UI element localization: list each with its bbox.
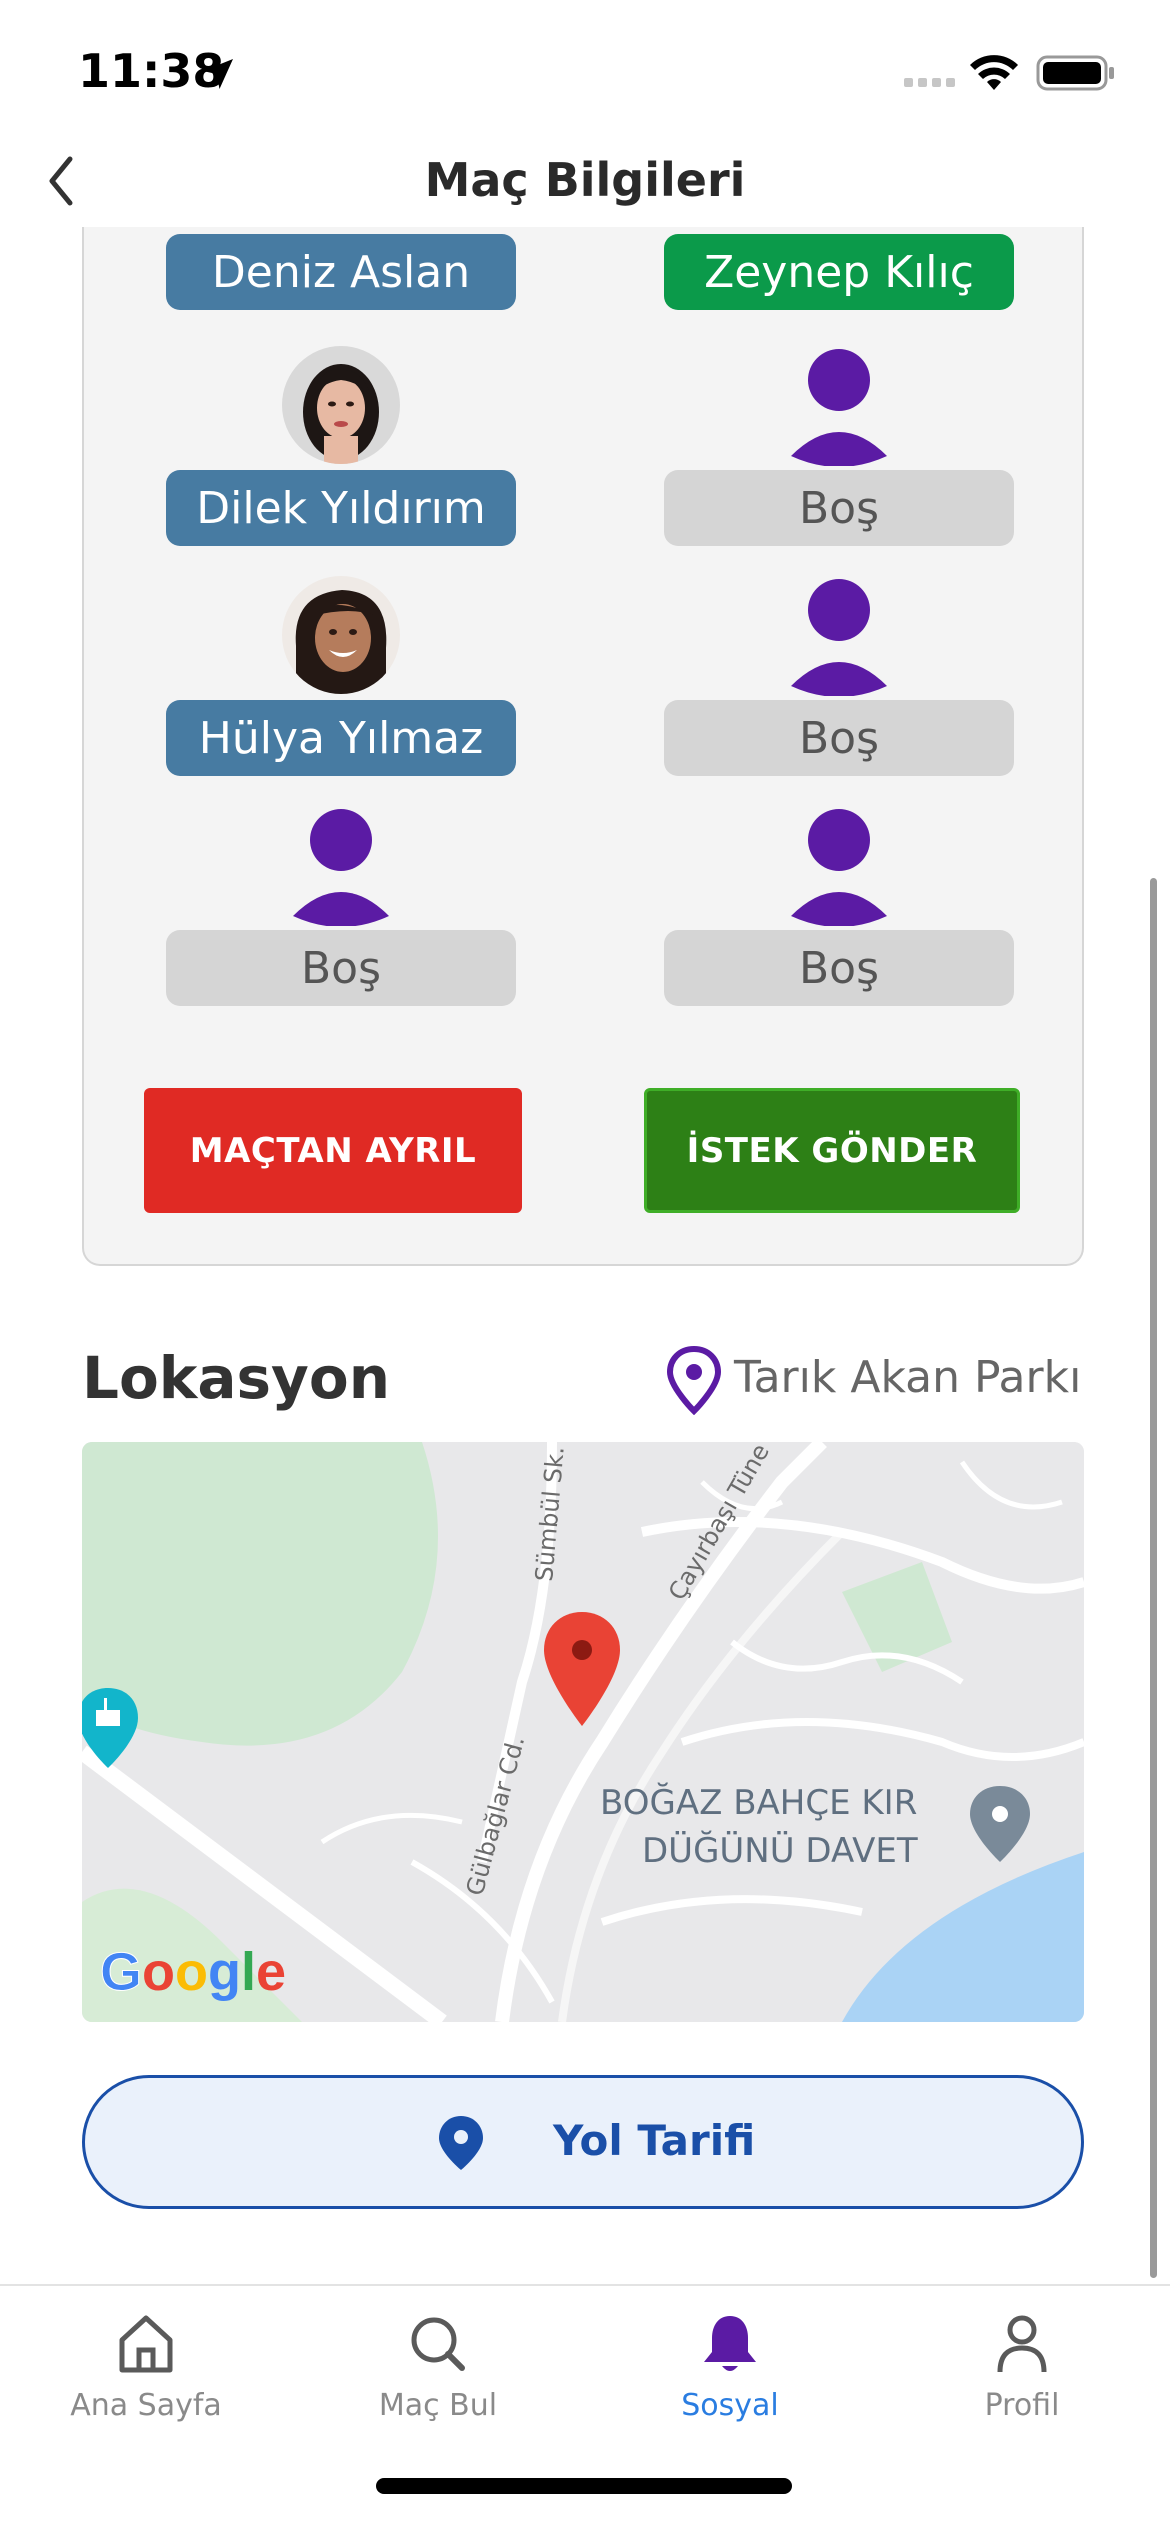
- tab-label: Maç Bul: [378, 2388, 498, 2423]
- player-slot[interactable]: Boş: [664, 576, 1014, 776]
- wifi-icon: [970, 55, 1018, 90]
- tab-profile[interactable]: Profil: [876, 2286, 1168, 2446]
- tab-label: Ana Sayfa: [70, 2388, 222, 2423]
- search-icon: [411, 2317, 465, 2371]
- bell-icon: [704, 2316, 756, 2371]
- signal-icon: [904, 78, 955, 87]
- person-placeholder-icon: [791, 349, 887, 466]
- status-bar: 11:38: [0, 0, 1170, 145]
- player-slot[interactable]: Dilek Yıldırım: [166, 346, 516, 546]
- google-logo: Google: [100, 1942, 286, 2002]
- map-poi-line-2: DÜĞÜNÜ DAVET: [642, 1830, 918, 1871]
- player-name: Dilek Yıldırım: [166, 470, 516, 546]
- nav-header: Maç Bilgileri: [0, 145, 1170, 227]
- avatar: [282, 346, 400, 464]
- person-placeholder-icon: [791, 579, 887, 696]
- player-name: Boş: [664, 700, 1014, 776]
- location-title: Lokasyon: [82, 1344, 390, 1412]
- player-name: Boş: [664, 470, 1014, 546]
- home-indicator: [376, 2478, 792, 2494]
- location-pin-icon: [439, 2116, 483, 2170]
- directions-label: Yol Tarifi: [553, 2116, 756, 2165]
- page-title: Maç Bilgileri: [424, 153, 746, 207]
- person-placeholder-icon: [791, 809, 887, 926]
- tab-label: Profil: [984, 2388, 1060, 2423]
- player-name: Boş: [166, 930, 516, 1006]
- player-name: Boş: [664, 930, 1014, 1006]
- scrollbar[interactable]: [1150, 878, 1157, 2278]
- player-slot[interactable]: Boş: [664, 806, 1014, 1006]
- avatar: [282, 576, 400, 694]
- player-slot[interactable]: Boş: [166, 806, 516, 1006]
- tab-find-match[interactable]: Maç Bul: [292, 2286, 584, 2446]
- map-poi-line-1: BOĞAZ BAHÇE KIR: [600, 1782, 917, 1823]
- tab-label: Sosyal: [681, 2388, 779, 2423]
- player-slot[interactable]: Boş: [664, 346, 1014, 546]
- home-icon: [119, 2315, 173, 2373]
- player-name: Zeynep Kılıç: [664, 234, 1014, 310]
- location-arrow-icon: [203, 59, 233, 89]
- player-name: Hülya Yılmaz: [166, 700, 516, 776]
- send-request-button[interactable]: İSTEK GÖNDER: [644, 1088, 1020, 1213]
- location-pin-icon: [666, 1345, 722, 1415]
- map-canvas: Sümbül Sk. Çayırbaşı Tüne Gülbağlar Cd. …: [82, 1442, 1084, 2022]
- location-place-name: Tarık Akan Parkı: [734, 1352, 1082, 1403]
- person-icon: [997, 2315, 1047, 2373]
- map-view[interactable]: Sümbül Sk. Çayırbaşı Tüne Gülbağlar Cd. …: [82, 1442, 1084, 2022]
- directions-button[interactable]: Yol Tarifi: [82, 2075, 1084, 2209]
- leave-match-button[interactable]: MAÇTAN AYRIL: [144, 1088, 522, 1213]
- screen: 11:38 Deniz Aslan Zeynep Kılıç Dilek Yıl…: [0, 0, 1170, 2532]
- tab-home[interactable]: Ana Sayfa: [0, 2286, 292, 2446]
- tab-social[interactable]: Sosyal: [584, 2286, 876, 2446]
- tab-bar: Ana Sayfa Maç Bul Sosyal Profil: [0, 2284, 1170, 2532]
- player-name: Deniz Aslan: [166, 234, 516, 310]
- person-placeholder-icon: [293, 809, 389, 926]
- player-slot[interactable]: Hülya Yılmaz: [166, 576, 516, 776]
- battery-icon: [1036, 55, 1114, 91]
